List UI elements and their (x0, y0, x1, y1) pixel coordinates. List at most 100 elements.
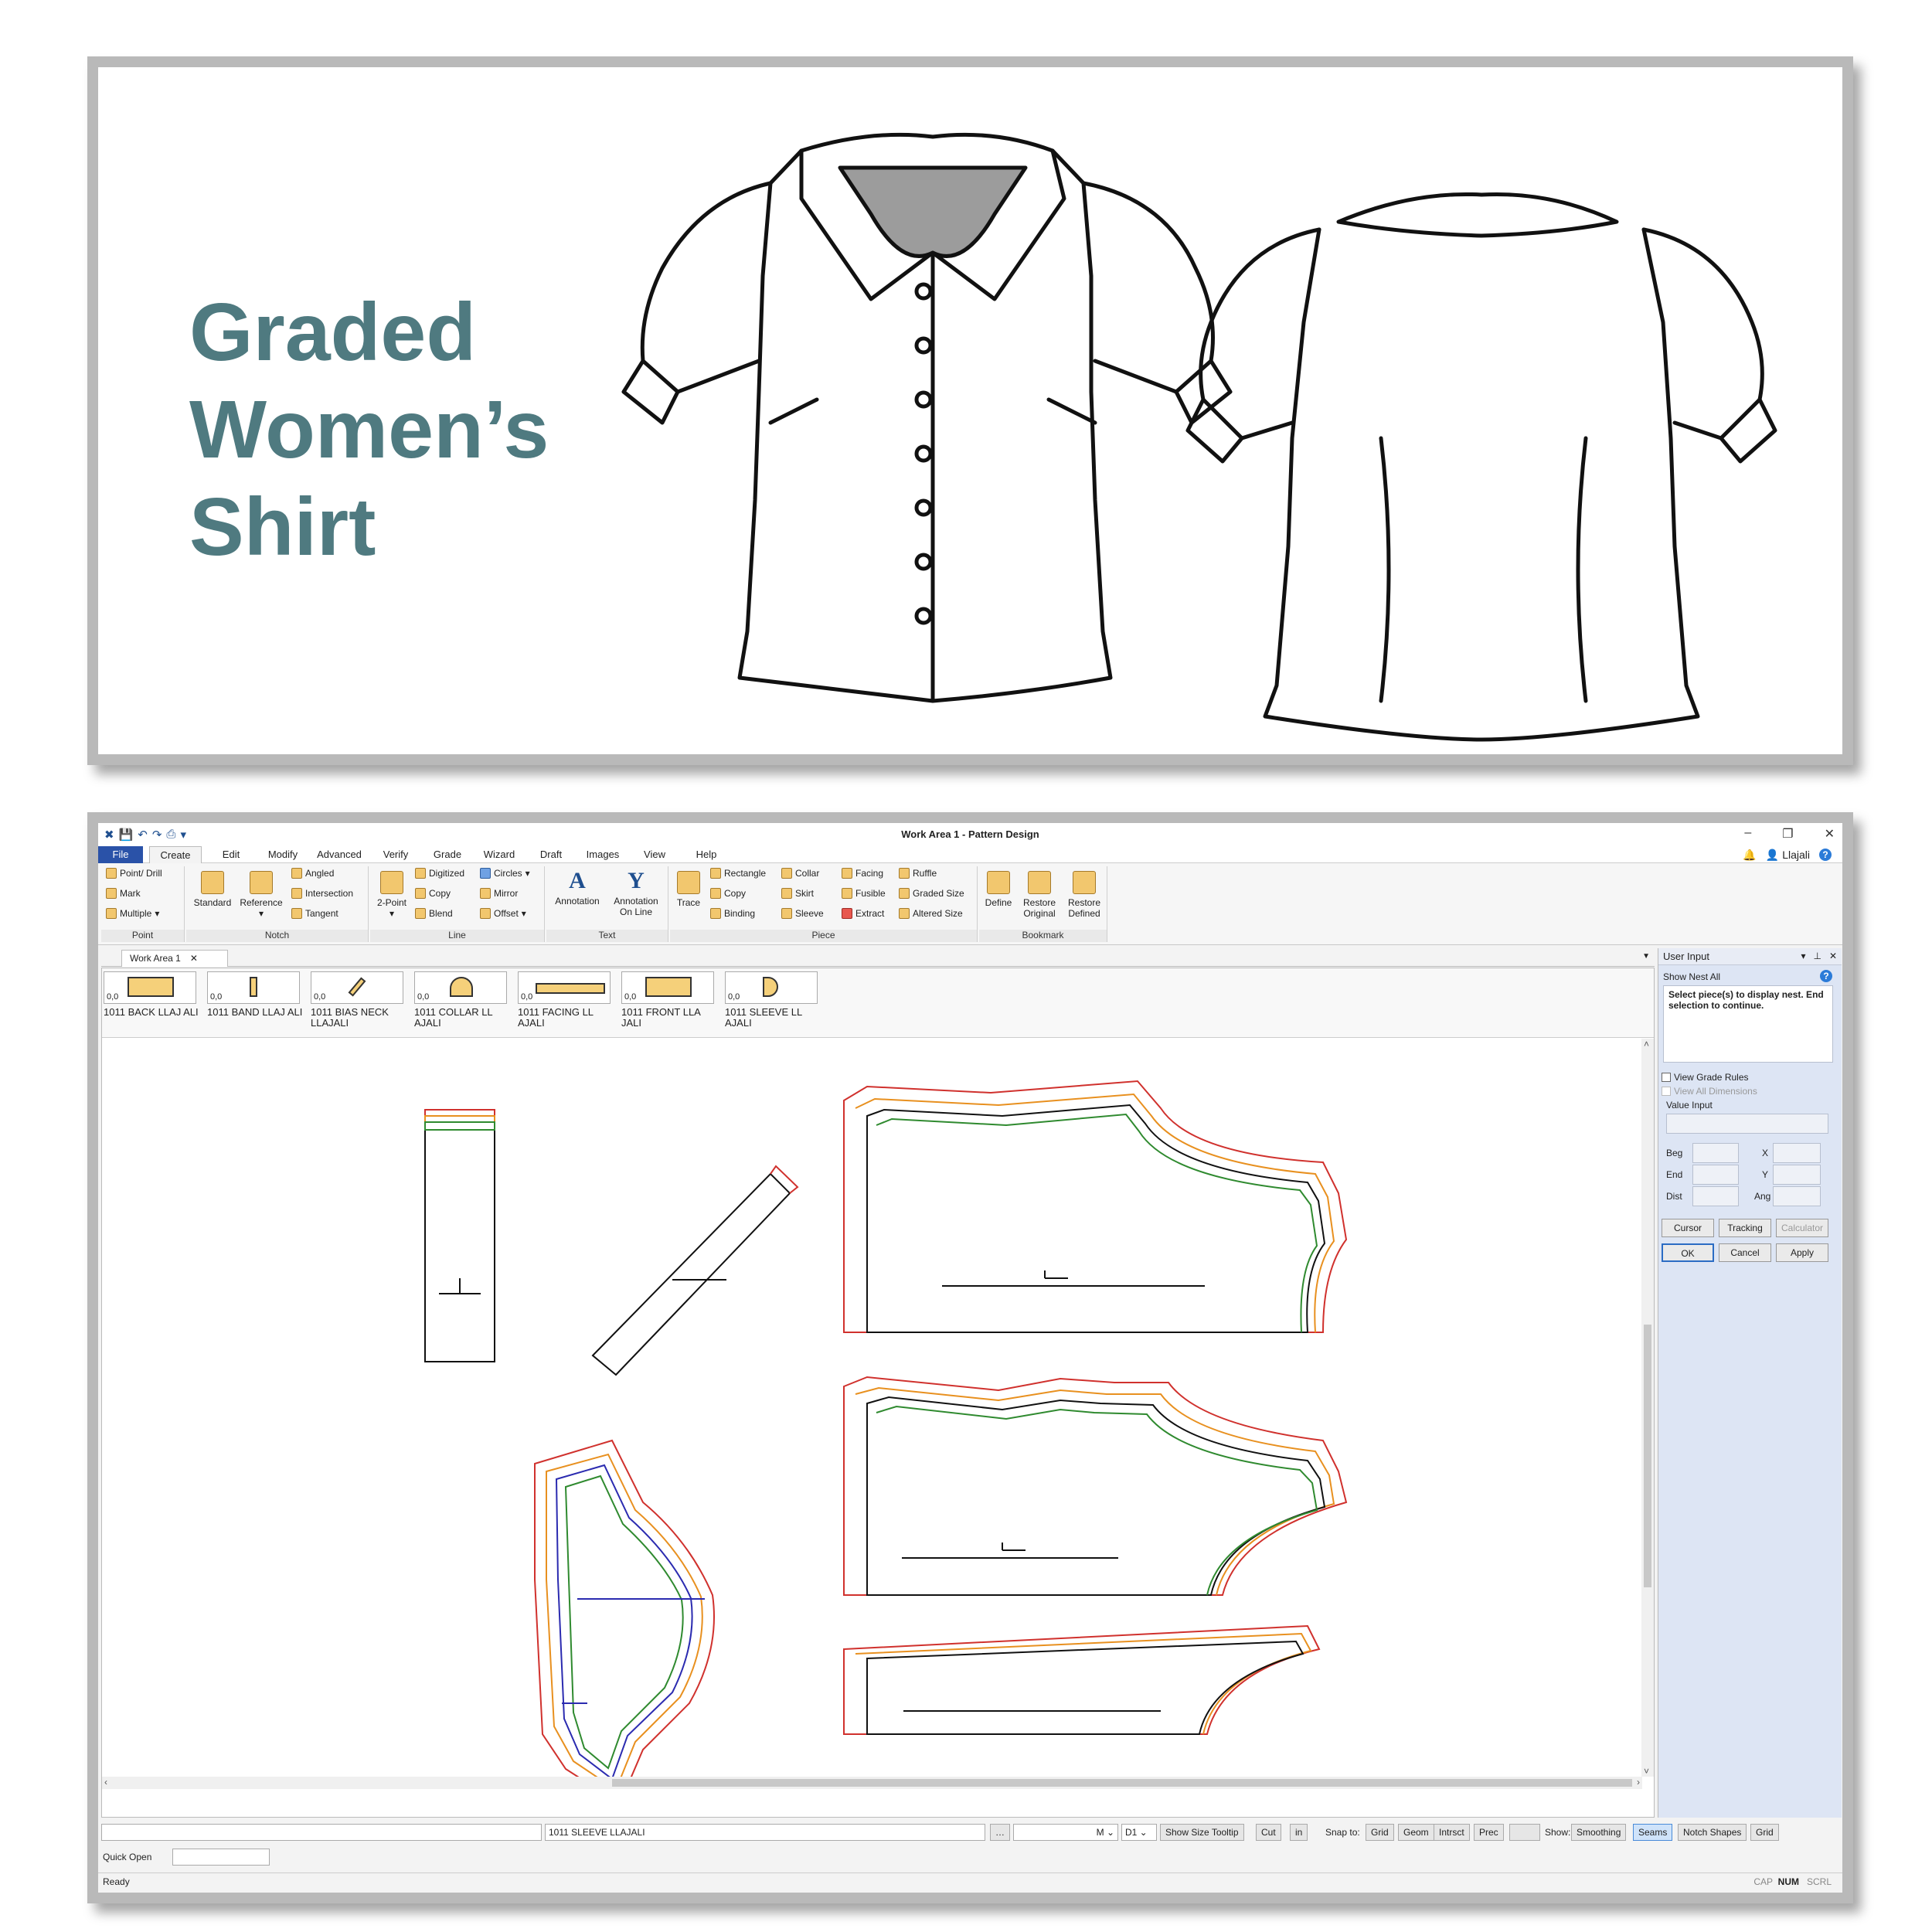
line-offset-button[interactable]: Offset ▾ (480, 908, 526, 919)
x-field[interactable] (1773, 1143, 1821, 1163)
help-icon[interactable]: ? (1819, 849, 1832, 861)
trace-button[interactable]: Trace (672, 871, 706, 908)
point-drill-button[interactable]: Point/ Drill (106, 868, 162, 879)
menu-view[interactable]: View (632, 846, 677, 863)
tab-list-dropdown-icon[interactable]: ▼ (1642, 952, 1650, 961)
tracking-button[interactable]: Tracking (1719, 1219, 1771, 1237)
end-field[interactable] (1692, 1165, 1739, 1185)
line-circles-button[interactable]: Circles ▾ (480, 868, 530, 879)
piece-fusible-button[interactable]: Fusible (842, 888, 886, 899)
piece-binding-button[interactable]: Binding (710, 908, 755, 919)
piece-altered-size-button[interactable]: Altered Size (899, 908, 963, 919)
ang-field[interactable] (1773, 1186, 1821, 1206)
menu-verify[interactable]: Verify (373, 846, 418, 863)
piece-card-bias-neck[interactable]: 0,0 1011 BIAS NECK LLAJALI (311, 971, 411, 1029)
calculator-button[interactable]: Calculator (1776, 1219, 1828, 1237)
menu-advanced[interactable]: Advanced (312, 846, 366, 863)
snap-value-field[interactable] (1509, 1824, 1540, 1841)
scroll-right-icon[interactable]: › (1637, 1777, 1640, 1787)
restore-icon[interactable]: ❐ (1782, 826, 1793, 842)
ok-button[interactable]: OK (1662, 1243, 1714, 1262)
show-smoothing-button[interactable]: Smoothing (1571, 1824, 1627, 1841)
snap-prec-button[interactable]: Prec (1474, 1824, 1504, 1841)
view-all-dimensions-checkbox[interactable]: View All Dimensions (1662, 1086, 1757, 1097)
piece-card-sleeve[interactable]: 0,0 1011 SLEEVE LL AJALI (725, 971, 825, 1029)
mark-button[interactable]: Mark (106, 888, 141, 899)
menu-file[interactable]: File (98, 846, 143, 863)
minimize-icon[interactable]: – (1744, 826, 1751, 842)
show-seams-button[interactable]: Seams (1633, 1824, 1673, 1841)
line-digitized-button[interactable]: Digitized (415, 868, 464, 879)
piece-ruffle-button[interactable]: Ruffle (899, 868, 937, 879)
value-input-field[interactable] (1666, 1114, 1828, 1134)
bookmark-define-button[interactable]: Define (981, 871, 1016, 908)
piece-card-facing[interactable]: 0,0 1011 FACING LL AJALI (518, 971, 618, 1029)
menu-modify[interactable]: Modify (260, 846, 305, 863)
piece-card-collar[interactable]: 0,0 1011 COLLAR LL AJALI (414, 971, 515, 1029)
tab-work-area-1[interactable]: Work Area 1 ✕ (121, 950, 228, 967)
tab-close-icon[interactable]: ✕ (190, 953, 198, 967)
unit-button[interactable]: in (1290, 1824, 1308, 1841)
current-piece-field[interactable]: 1011 SLEEVE LLAJALI (545, 1824, 985, 1841)
notch-reference-button[interactable]: Reference ▾ (237, 871, 285, 919)
vertical-scrollbar[interactable]: ˄ ˅ (1641, 1039, 1654, 1777)
piece-copy-button[interactable]: Copy (710, 888, 746, 899)
piece-card-band[interactable]: 0,0 1011 BAND LLAJ ALI (207, 971, 308, 1018)
snap-grid-button[interactable]: Grid (1366, 1824, 1394, 1841)
scroll-left-icon[interactable]: ‹ (104, 1777, 107, 1787)
line-blend-button[interactable]: Blend (415, 908, 453, 919)
user-name[interactable]: 👤 Llajali (1766, 849, 1810, 862)
annotation-button[interactable]: A Annotation (549, 869, 605, 907)
piece-card-front[interactable]: 0,0 1011 FRONT LLA JALI (621, 971, 722, 1029)
notch-tangent-button[interactable]: Tangent (291, 908, 338, 919)
bookmark-restore-original-button[interactable]: Restore Original (1018, 871, 1061, 919)
menu-edit[interactable]: Edit (209, 846, 253, 863)
cancel-button[interactable]: Cancel (1719, 1243, 1771, 1262)
cursor-button[interactable]: Cursor (1662, 1219, 1714, 1237)
scroll-up-icon[interactable]: ˄ (1644, 1039, 1649, 1049)
vertical-scroll-thumb[interactable] (1644, 1325, 1651, 1587)
piece-browse-button[interactable]: … (990, 1824, 1010, 1841)
notch-standard-button[interactable]: Standard (191, 871, 234, 908)
view-grade-rules-checkbox[interactable]: View Grade Rules (1662, 1072, 1749, 1083)
pattern-canvas[interactable] (102, 1039, 1642, 1777)
line-2point-button[interactable]: 2-Point ▾ (373, 871, 410, 919)
piece-extract-button[interactable]: Extract (842, 908, 884, 919)
piece-sleeve-button[interactable]: Sleeve (781, 908, 824, 919)
line-mirror-button[interactable]: Mirror (480, 888, 518, 899)
piece-collar-button[interactable]: Collar (781, 868, 819, 879)
panel-close-icon[interactable]: ✕ (1829, 951, 1837, 961)
d-select[interactable]: D1 ⌄ (1121, 1824, 1157, 1841)
notch-angled-button[interactable]: Angled (291, 868, 334, 879)
beg-field[interactable] (1692, 1143, 1739, 1163)
snap-intrsct-button[interactable]: Intrsct (1434, 1824, 1470, 1841)
piece-facing-button[interactable]: Facing (842, 868, 883, 879)
panel-pin-icon[interactable]: ⊥ (1813, 951, 1821, 961)
size-select[interactable]: M ⌄ (1013, 1824, 1118, 1841)
menu-grade[interactable]: Grade (425, 846, 470, 863)
y-field[interactable] (1773, 1165, 1821, 1185)
command-field[interactable] (101, 1824, 542, 1841)
scroll-down-icon[interactable]: ˅ (1644, 1766, 1649, 1777)
panel-dropdown-icon[interactable]: ▾ (1801, 951, 1805, 961)
menu-create[interactable]: Create (149, 846, 202, 863)
dist-field[interactable] (1692, 1186, 1739, 1206)
show-size-tooltip-button[interactable]: Show Size Tooltip (1160, 1824, 1244, 1841)
menu-wizard[interactable]: Wizard (477, 846, 522, 863)
notch-intersection-button[interactable]: Intersection (291, 888, 353, 899)
annotation-on-line-button[interactable]: Y Annotation On Line (607, 869, 665, 918)
show-notch-shapes-button[interactable]: Notch Shapes (1678, 1824, 1747, 1841)
piece-card-back[interactable]: 0,0 1011 BACK LLAJ ALI (104, 971, 204, 1018)
menu-images[interactable]: Images (580, 846, 625, 863)
piece-skirt-button[interactable]: Skirt (781, 888, 814, 899)
panel-help-icon[interactable]: ? (1820, 970, 1832, 982)
piece-rectangle-button[interactable]: Rectangle (710, 868, 766, 879)
bell-icon[interactable]: 🔔 (1743, 849, 1756, 862)
bookmark-restore-defined-button[interactable]: Restore Defined (1063, 871, 1106, 919)
menu-help[interactable]: Help (684, 846, 729, 863)
show-grid-button[interactable]: Grid (1750, 1824, 1779, 1841)
horizontal-scrollbar[interactable]: ‹ › (102, 1777, 1642, 1789)
quick-open-input[interactable] (172, 1849, 270, 1866)
line-copy-button[interactable]: Copy (415, 888, 451, 899)
apply-button[interactable]: Apply (1776, 1243, 1828, 1262)
